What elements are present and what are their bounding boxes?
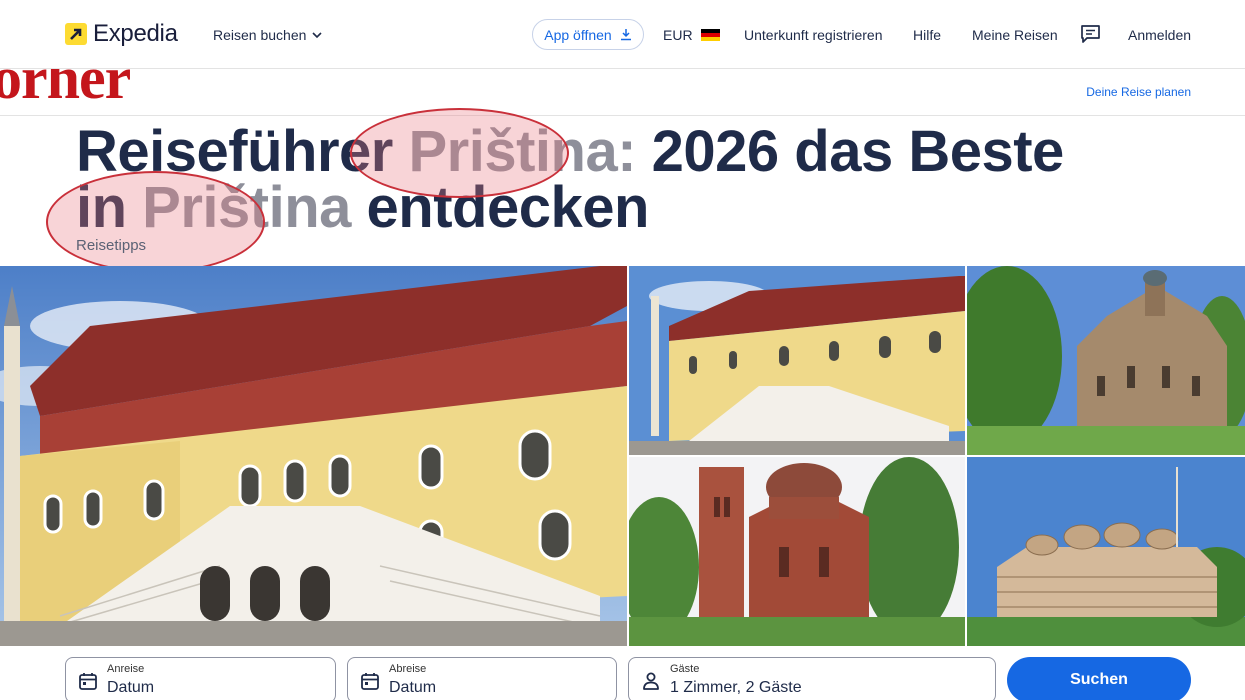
guests-label: Gäste — [670, 663, 700, 675]
currency-selector[interactable]: EUR — [663, 26, 720, 44]
sign-in-link[interactable]: Anmelden — [1128, 26, 1191, 44]
reisen-buchen-label: Reisen buchen — [213, 27, 307, 43]
calendar-icon — [361, 673, 379, 690]
reisen-buchen-menu[interactable]: Reisen buchen — [213, 26, 322, 44]
logo-text: Expedia — [93, 20, 178, 47]
help-link[interactable]: Hilfe — [913, 26, 941, 44]
divider — [0, 115, 1245, 116]
search-button[interactable]: Suchen — [1007, 657, 1191, 700]
currency-label: EUR — [663, 27, 693, 43]
search-form: Anreise Datum Abreise Datum Gäste 1 Zimm… — [0, 646, 1245, 700]
highlight-ellipse — [350, 108, 569, 198]
highlight-ellipse — [46, 171, 265, 273]
expedia-logo-icon — [65, 23, 87, 45]
guests-field[interactable]: Gäste 1 Zimmer, 2 Gäste — [628, 657, 996, 700]
open-app-button[interactable]: App öffnen — [532, 19, 644, 50]
register-property-link[interactable]: Unterkunft registrieren — [744, 26, 883, 44]
checkin-date-field[interactable]: Anreise Datum — [65, 657, 336, 700]
message-icon[interactable] — [1080, 24, 1101, 44]
top-navigation-bar: Expedia Reisen buchen App öffnen EUR Unt… — [0, 0, 1245, 69]
my-trips-link[interactable]: Meine Reisen — [972, 26, 1058, 44]
thumbnail-christ-the-saviour-cathedral[interactable] — [629, 457, 965, 646]
checkout-date-field[interactable]: Abreise Datum — [347, 657, 617, 700]
chevron-down-icon — [312, 31, 322, 38]
download-icon — [620, 29, 631, 41]
thumbnail-kosovo-museum[interactable] — [629, 266, 965, 455]
checkin-value: Datum — [107, 679, 155, 696]
checkin-label: Anreise — [107, 663, 145, 675]
calendar-icon — [79, 673, 97, 690]
expedia-logo[interactable]: Expedia — [65, 22, 178, 46]
germany-flag-icon — [700, 29, 720, 41]
page-subtitle: Reisetipps — [76, 237, 147, 254]
thumbnail-gracanica-monastery[interactable] — [967, 266, 1245, 455]
plan-trip-link[interactable]: Deine Reise planen — [1086, 85, 1191, 99]
open-app-label: App öffnen — [544, 26, 612, 43]
guests-value: 1 Zimmer, 2 Gäste — [670, 679, 802, 696]
photo-gallery — [0, 266, 1245, 646]
thumbnail-national-library[interactable] — [967, 457, 1245, 646]
main-photo-kosovo-museum[interactable] — [0, 266, 627, 646]
checkout-label: Abreise — [389, 663, 427, 675]
checkout-value: Datum — [389, 679, 437, 696]
person-icon — [643, 672, 659, 690]
